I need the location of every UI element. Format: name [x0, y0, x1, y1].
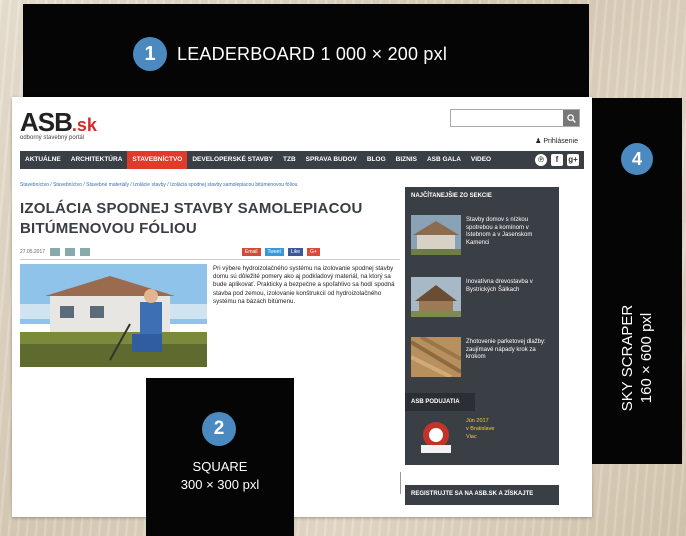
- nav-item-video[interactable]: VIDEO: [466, 151, 496, 169]
- font-size-icon[interactable]: [50, 248, 61, 256]
- popular-item[interactable]: Inovatívna drevostavba v Bystrických Šál…: [411, 277, 553, 321]
- article-photo[interactable]: [20, 264, 207, 367]
- search-input[interactable]: [450, 109, 580, 127]
- article-date: 27.05.2017: [20, 249, 46, 255]
- search-button[interactable]: [563, 110, 579, 126]
- nav-item-developerske-stavby[interactable]: DEVELOPERSKÉ STAVBY: [187, 151, 278, 169]
- square-ad-label: SQUARE 300 × 300 pxl: [146, 458, 294, 494]
- ad-number-badge: 1: [133, 37, 167, 71]
- site-logo[interactable]: ASB.sk odborný stavebný portál: [20, 107, 97, 141]
- nav-item-aktualne[interactable]: AKTUÁLNE: [20, 151, 66, 169]
- share-buttons: Email Tweet Like G+: [242, 248, 320, 256]
- event-caption: Jún 2017 v Bratislave Viac: [466, 417, 494, 441]
- square-ad-title: SQUARE: [192, 459, 248, 474]
- pinterest-icon[interactable]: ℗: [535, 154, 547, 166]
- nav-item-biznis[interactable]: BIZNIS: [391, 151, 422, 169]
- email-icon[interactable]: [65, 248, 76, 256]
- logo-tagline: odborný stavebný portál: [20, 135, 85, 141]
- nav-item-blog[interactable]: BLOG: [362, 151, 391, 169]
- popular-item[interactable]: Zhotovenie parketovej dlažby: zaujímavé …: [411, 337, 553, 381]
- share-like-button[interactable]: Like: [287, 248, 304, 256]
- print-icon[interactable]: [80, 248, 91, 256]
- event-thumb-image: [411, 415, 461, 455]
- leaderboard-ad[interactable]: 1 LEADERBOARD 1 000 × 200 pxl: [23, 4, 589, 100]
- skyscraper-ad[interactable]: 4 SKY SCRAPER 160 × 600 pxl: [592, 98, 682, 464]
- login-label: Prihlásenie: [543, 138, 578, 145]
- search-icon: [566, 113, 576, 123]
- event-item[interactable]: Jún 2017 v Bratislave Viac: [411, 415, 553, 459]
- share-gplus-button[interactable]: G+: [307, 248, 320, 256]
- ad-number-badge: 2: [202, 412, 236, 446]
- event-date: Jún 2017: [466, 418, 489, 424]
- website-mockup: ASB.sk odborný stavebný portál ♟ Prihlás…: [12, 97, 592, 517]
- facebook-icon[interactable]: f: [551, 154, 563, 166]
- share-email-button[interactable]: Email: [242, 248, 261, 256]
- main-nav: AKTUÁLNE ARCHITEKTÚRA STAVEBNÍCTVO DEVEL…: [20, 151, 584, 169]
- user-icon: ♟: [535, 138, 542, 145]
- breadcrumb[interactable]: Stavebníctvo / Stavebníctvo / Stavebné m…: [20, 182, 400, 188]
- article-meta: 27.05.2017: [20, 248, 91, 256]
- nav-item-architektura[interactable]: ARCHITEKTÚRA: [66, 151, 128, 169]
- login-link[interactable]: ♟ Prihlásenie: [535, 137, 578, 145]
- nav-item-asb-gala[interactable]: ASB GALA: [422, 151, 466, 169]
- article-title: IZOLÁCIA SPODNEJ STAVBY SAMOLEPIACOU BIT…: [20, 200, 363, 237]
- event-more-link[interactable]: Viac: [466, 433, 494, 441]
- popular-caption: Inovatívna drevostavba v Bystrických Šál…: [466, 279, 533, 293]
- square-ad-size: 300 × 300 pxl: [180, 477, 260, 492]
- popular-caption: Zhotovenie parketovej dlažby: zaujímavé …: [466, 339, 546, 360]
- popular-thumb-image: [411, 337, 461, 377]
- nav-item-stavebnictvo[interactable]: STAVEBNÍCTVO: [127, 151, 188, 169]
- logo-text: ASB: [20, 107, 73, 137]
- ad-number-badge: 4: [621, 143, 653, 175]
- popular-thumb-image: [411, 277, 461, 317]
- logo-tld: .sk: [71, 115, 97, 135]
- divider: [20, 259, 400, 260]
- google-plus-icon[interactable]: g+: [567, 154, 579, 166]
- register-widget[interactable]: REGISTRUJTE SA NA ASB.SK A ZÍSKAJTE: [405, 485, 559, 505]
- events-widget: ASB PODUJATIA Jún 2017 v Bratislave Viac: [405, 393, 559, 465]
- square-ad[interactable]: 2 SQUARE 300 × 300 pxl: [146, 378, 294, 536]
- register-title: REGISTRUJTE SA NA ASB.SK A ZÍSKAJTE: [411, 491, 534, 497]
- nav-item-tzb[interactable]: TZB: [278, 151, 301, 169]
- events-title: ASB PODUJATIA: [405, 393, 475, 411]
- share-tweet-button[interactable]: Tweet: [264, 248, 284, 256]
- popular-widget: NAJČÍTANEJŠIE ZO SEKCIE Stavby domov s n…: [405, 187, 559, 397]
- event-location: v Bratislave: [466, 426, 495, 432]
- popular-item[interactable]: Stavby domov s nízkou spotrebou a komíno…: [411, 215, 553, 259]
- article-body: Pri výbere hydroizolačného systému na iz…: [213, 265, 395, 305]
- nav-item-sprava-budov[interactable]: SPRAVA BUDOV: [301, 151, 362, 169]
- skyscraper-ad-size: 160 × 600 pxl: [638, 312, 655, 404]
- popular-thumb-image: [411, 215, 461, 255]
- popular-caption: Stavby domov s nízkou spotrebou a komíno…: [466, 217, 533, 246]
- popular-title: NAJČÍTANEJŠIE ZO SEKCIE: [411, 193, 492, 199]
- cursor-line: [400, 472, 401, 494]
- social-links: ℗ f g+: [535, 154, 584, 166]
- skyscraper-ad-label: SKY SCRAPER 160 × 600 pxl: [618, 305, 656, 411]
- skyscraper-ad-title: SKY SCRAPER: [619, 304, 636, 412]
- leaderboard-label: LEADERBOARD 1 000 × 200 pxl: [177, 44, 448, 64]
